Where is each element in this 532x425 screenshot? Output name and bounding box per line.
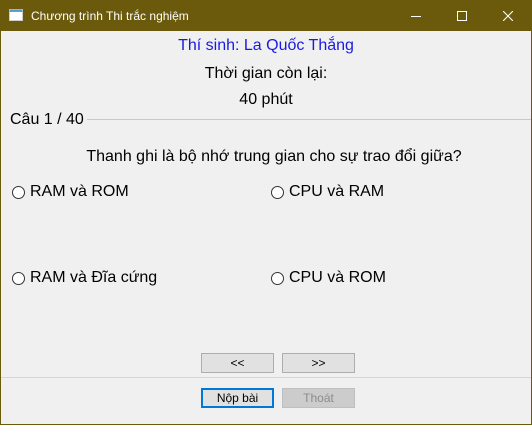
answer-option-label: RAM và ROM xyxy=(30,183,129,200)
close-icon xyxy=(503,11,513,21)
submit-button[interactable]: Nộp bài xyxy=(201,388,274,408)
radio-button-icon[interactable] xyxy=(12,185,25,199)
radio-button-icon[interactable] xyxy=(271,271,284,285)
minimize-button[interactable] xyxy=(393,1,439,31)
candidate-name: Thí sinh: La Quốc Thắng xyxy=(178,37,354,54)
footer-divider xyxy=(1,377,531,378)
next-question-button[interactable]: >> xyxy=(282,353,355,373)
radio-button-icon[interactable] xyxy=(271,185,284,199)
answer-option-label: CPU và ROM xyxy=(289,269,386,286)
time-remaining-label: Thời gian còn lại: xyxy=(204,65,328,82)
answer-option-b[interactable]: CPU và RAM xyxy=(271,183,384,201)
question-group-border xyxy=(87,119,531,120)
maximize-icon xyxy=(457,11,467,21)
radio-button-icon[interactable] xyxy=(12,271,25,285)
answer-option-c[interactable]: RAM và Đĩa cứng xyxy=(12,269,157,287)
window-title: Chương trình Thi trắc nghiệm xyxy=(31,9,189,23)
exam-window: Chương trình Thi trắc nghiệm Thí sinh: L… xyxy=(0,0,532,425)
previous-question-button[interactable]: << xyxy=(201,353,274,373)
title-bar[interactable]: Chương trình Thi trắc nghiệm xyxy=(1,1,531,31)
answer-option-label: RAM và Đĩa cứng xyxy=(30,269,158,286)
answer-option-label: CPU và RAM xyxy=(289,183,385,200)
time-remaining-value: 40 phút xyxy=(239,91,293,108)
question-text: Thanh ghi là bộ nhớ trung gian cho sự tr… xyxy=(86,148,462,165)
maximize-button[interactable] xyxy=(439,1,485,31)
minimize-icon xyxy=(411,16,421,17)
close-button[interactable] xyxy=(485,1,531,31)
app-window-icon xyxy=(9,9,23,21)
question-counter: Câu 1 / 40 xyxy=(10,111,87,129)
answer-option-a[interactable]: RAM và ROM xyxy=(12,183,129,201)
exit-button: Thoát xyxy=(282,388,355,408)
answer-option-d[interactable]: CPU và ROM xyxy=(271,269,386,287)
